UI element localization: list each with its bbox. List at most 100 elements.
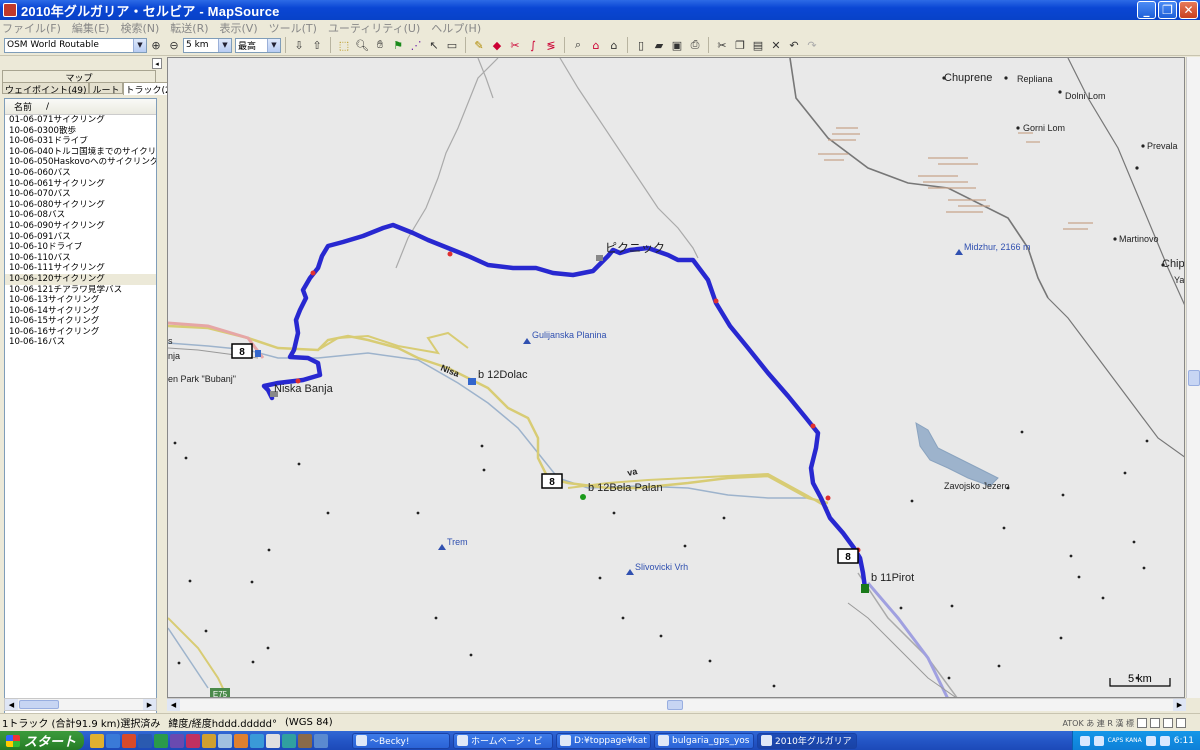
scroll-left-icon[interactable]: ◀ <box>167 699 180 711</box>
taskbar-button-mapsource[interactable]: 2010年グルガリア <box>757 732 857 749</box>
pointer-tool-icon[interactable]: ↖ <box>427 38 442 53</box>
minimize-button[interactable]: _ <box>1137 1 1156 19</box>
map-view[interactable]: 8 8 8 E75 Chuprene Repliana Dolni Lom Go… <box>167 57 1185 698</box>
redo-icon[interactable]: ↷ <box>805 38 820 53</box>
ie-icon[interactable] <box>106 733 120 748</box>
track-list-item[interactable]: 10-06-14サイクリング <box>5 306 156 317</box>
vscroll-thumb[interactable] <box>1188 370 1200 386</box>
track-list-item[interactable]: 10-06-091バス <box>5 232 156 243</box>
new-file-icon[interactable]: ▯ <box>634 38 649 53</box>
tray-icon[interactable] <box>1093 735 1104 746</box>
maximize-button[interactable]: ❐ <box>1158 1 1177 19</box>
zoom-tool-icon[interactable]: 🔍︎ <box>355 38 370 53</box>
app-icon[interactable] <box>266 733 280 748</box>
track-list-item[interactable]: 10-06-08バス <box>5 210 156 221</box>
clock[interactable]: 6:11 <box>1174 736 1194 746</box>
select-tool-icon[interactable]: ⬚ <box>337 38 352 53</box>
split-tool-icon[interactable]: ≶ <box>544 38 559 53</box>
track-list-item[interactable]: 10-06-080サイクリング <box>5 200 156 211</box>
tab-map[interactable]: マップ <box>2 70 156 84</box>
tab-routes[interactable]: ルート <box>89 82 123 96</box>
join-tool-icon[interactable]: ∫ <box>526 38 541 53</box>
tab-waypoints[interactable]: ウェイポイント(49) <box>2 82 90 96</box>
track-list-item[interactable]: 10-06-16バス <box>5 337 156 348</box>
copy-icon[interactable]: ❐ <box>733 38 748 53</box>
divide-tool-icon[interactable]: ✂ <box>508 38 523 53</box>
ime-icon[interactable] <box>1137 718 1147 728</box>
track-list-item[interactable]: 10-06-070バス <box>5 189 156 200</box>
app-icon[interactable] <box>298 733 312 748</box>
ime-icon[interactable] <box>1150 718 1160 728</box>
delete-icon[interactable]: ✕ <box>769 38 784 53</box>
map-canvas[interactable]: 8 8 8 E75 Chuprene Repliana Dolni Lom Go… <box>168 58 1185 698</box>
map-product-select[interactable]: OSM World Routable ▼ <box>4 37 147 53</box>
cut-icon[interactable]: ✂ <box>715 38 730 53</box>
app-icon[interactable] <box>250 733 264 748</box>
track-list-item[interactable]: 10-06-061サイクリング <box>5 179 156 190</box>
ime-icon[interactable] <box>1176 718 1186 728</box>
track-list-item[interactable]: 10-06-13サイクリング <box>5 295 156 306</box>
menu-utility[interactable]: ユーティリティ(U) <box>328 20 420 36</box>
app-icon[interactable] <box>282 733 296 748</box>
scroll-thumb[interactable] <box>19 700 59 709</box>
track-list-item[interactable]: 10-06-090サイクリング <box>5 221 156 232</box>
app-icon[interactable] <box>314 733 328 748</box>
ime-icon[interactable] <box>1163 718 1173 728</box>
paste-icon[interactable]: ▤ <box>751 38 766 53</box>
map-vscroll[interactable] <box>1186 57 1200 698</box>
map-hscroll[interactable]: ◀ ▶ <box>167 698 1186 711</box>
taskbar-button-explorer[interactable]: D:¥toppage¥kat <box>556 732 651 749</box>
app-icon[interactable] <box>122 733 136 748</box>
app-icon[interactable] <box>202 733 216 748</box>
track-list-item[interactable]: 10-06-111サイクリング <box>5 263 156 274</box>
network-icon[interactable] <box>1159 735 1170 746</box>
zoom-scale-select[interactable]: 5 km ▼ <box>183 37 232 53</box>
menu-help[interactable]: ヘルプ(H) <box>431 20 481 36</box>
hand-tool-icon[interactable]: ✋︎ <box>373 38 388 53</box>
waypoint-tool-icon[interactable]: ⚑ <box>391 38 406 53</box>
column-header-name[interactable]: 名前 / <box>5 99 156 115</box>
track-list-item[interactable]: 10-06-10ドライブ <box>5 242 156 253</box>
detail-select[interactable]: 最高 ▼ <box>235 37 281 53</box>
volume-icon[interactable] <box>1145 735 1156 746</box>
ime-toolbar[interactable]: ATOK あ 連 R 漢 標 <box>1062 716 1186 730</box>
app-icon[interactable] <box>186 733 200 748</box>
track-list-item[interactable]: 10-06-110バス <box>5 253 156 264</box>
hscroll-thumb[interactable] <box>667 700 683 710</box>
track-list-item[interactable]: 10-06-121チアラワ見学バス <box>5 285 156 296</box>
app-icon[interactable] <box>170 733 184 748</box>
route-tool-icon[interactable]: ⋰ <box>409 38 424 53</box>
menu-find[interactable]: 検索(N) <box>120 20 159 36</box>
track-list-item[interactable]: 10-06-0300散歩 <box>5 126 156 137</box>
zoom-out-icon[interactable]: ⊖ <box>167 38 182 53</box>
find-nearby-icon[interactable]: ⌂ <box>607 38 622 53</box>
track-list-item[interactable]: 10-06-060バス <box>5 168 156 179</box>
app-icon[interactable] <box>218 733 232 748</box>
menu-view[interactable]: 表示(V) <box>220 20 258 36</box>
close-button[interactable]: ✕ <box>1179 1 1198 19</box>
undo-icon[interactable]: ↶ <box>787 38 802 53</box>
track-list-item[interactable]: 10-06-16サイクリング <box>5 327 156 338</box>
taskbar-button-becky[interactable]: ～Becky! <box>352 732 450 749</box>
taskbar-button-browser[interactable]: bulgaria_gps_yos <box>654 732 754 749</box>
scroll-right-icon[interactable]: ▶ <box>1173 699 1186 711</box>
track-tool-icon[interactable]: ✎ <box>472 38 487 53</box>
start-button[interactable]: スタート <box>0 731 84 750</box>
save-icon[interactable]: ▣ <box>670 38 685 53</box>
track-list-item[interactable]: 10-06-050Haskovoへのサイクリング <box>5 157 156 168</box>
scroll-left-icon[interactable]: ◀ <box>5 699 18 710</box>
tray-icon[interactable] <box>1079 735 1090 746</box>
menu-tools[interactable]: ツール(T) <box>269 20 317 36</box>
track-list-item[interactable]: 10-06-031ドライブ <box>5 136 156 147</box>
menu-transfer[interactable]: 転送(R) <box>170 20 208 36</box>
excel-icon[interactable] <box>154 733 168 748</box>
track-list-hscroll[interactable]: ◀ ▶ <box>4 698 157 711</box>
scroll-right-icon[interactable]: ▶ <box>143 699 156 710</box>
eraser-tool-icon[interactable]: ◆ <box>490 38 505 53</box>
zoom-in-icon[interactable]: ⊕ <box>149 38 164 53</box>
open-file-icon[interactable]: ▰ <box>652 38 667 53</box>
word-icon[interactable] <box>138 733 152 748</box>
menu-edit[interactable]: 編集(E) <box>72 20 110 36</box>
gps-receive-icon[interactable]: ⇩ <box>292 38 307 53</box>
app-icon[interactable] <box>234 733 248 748</box>
